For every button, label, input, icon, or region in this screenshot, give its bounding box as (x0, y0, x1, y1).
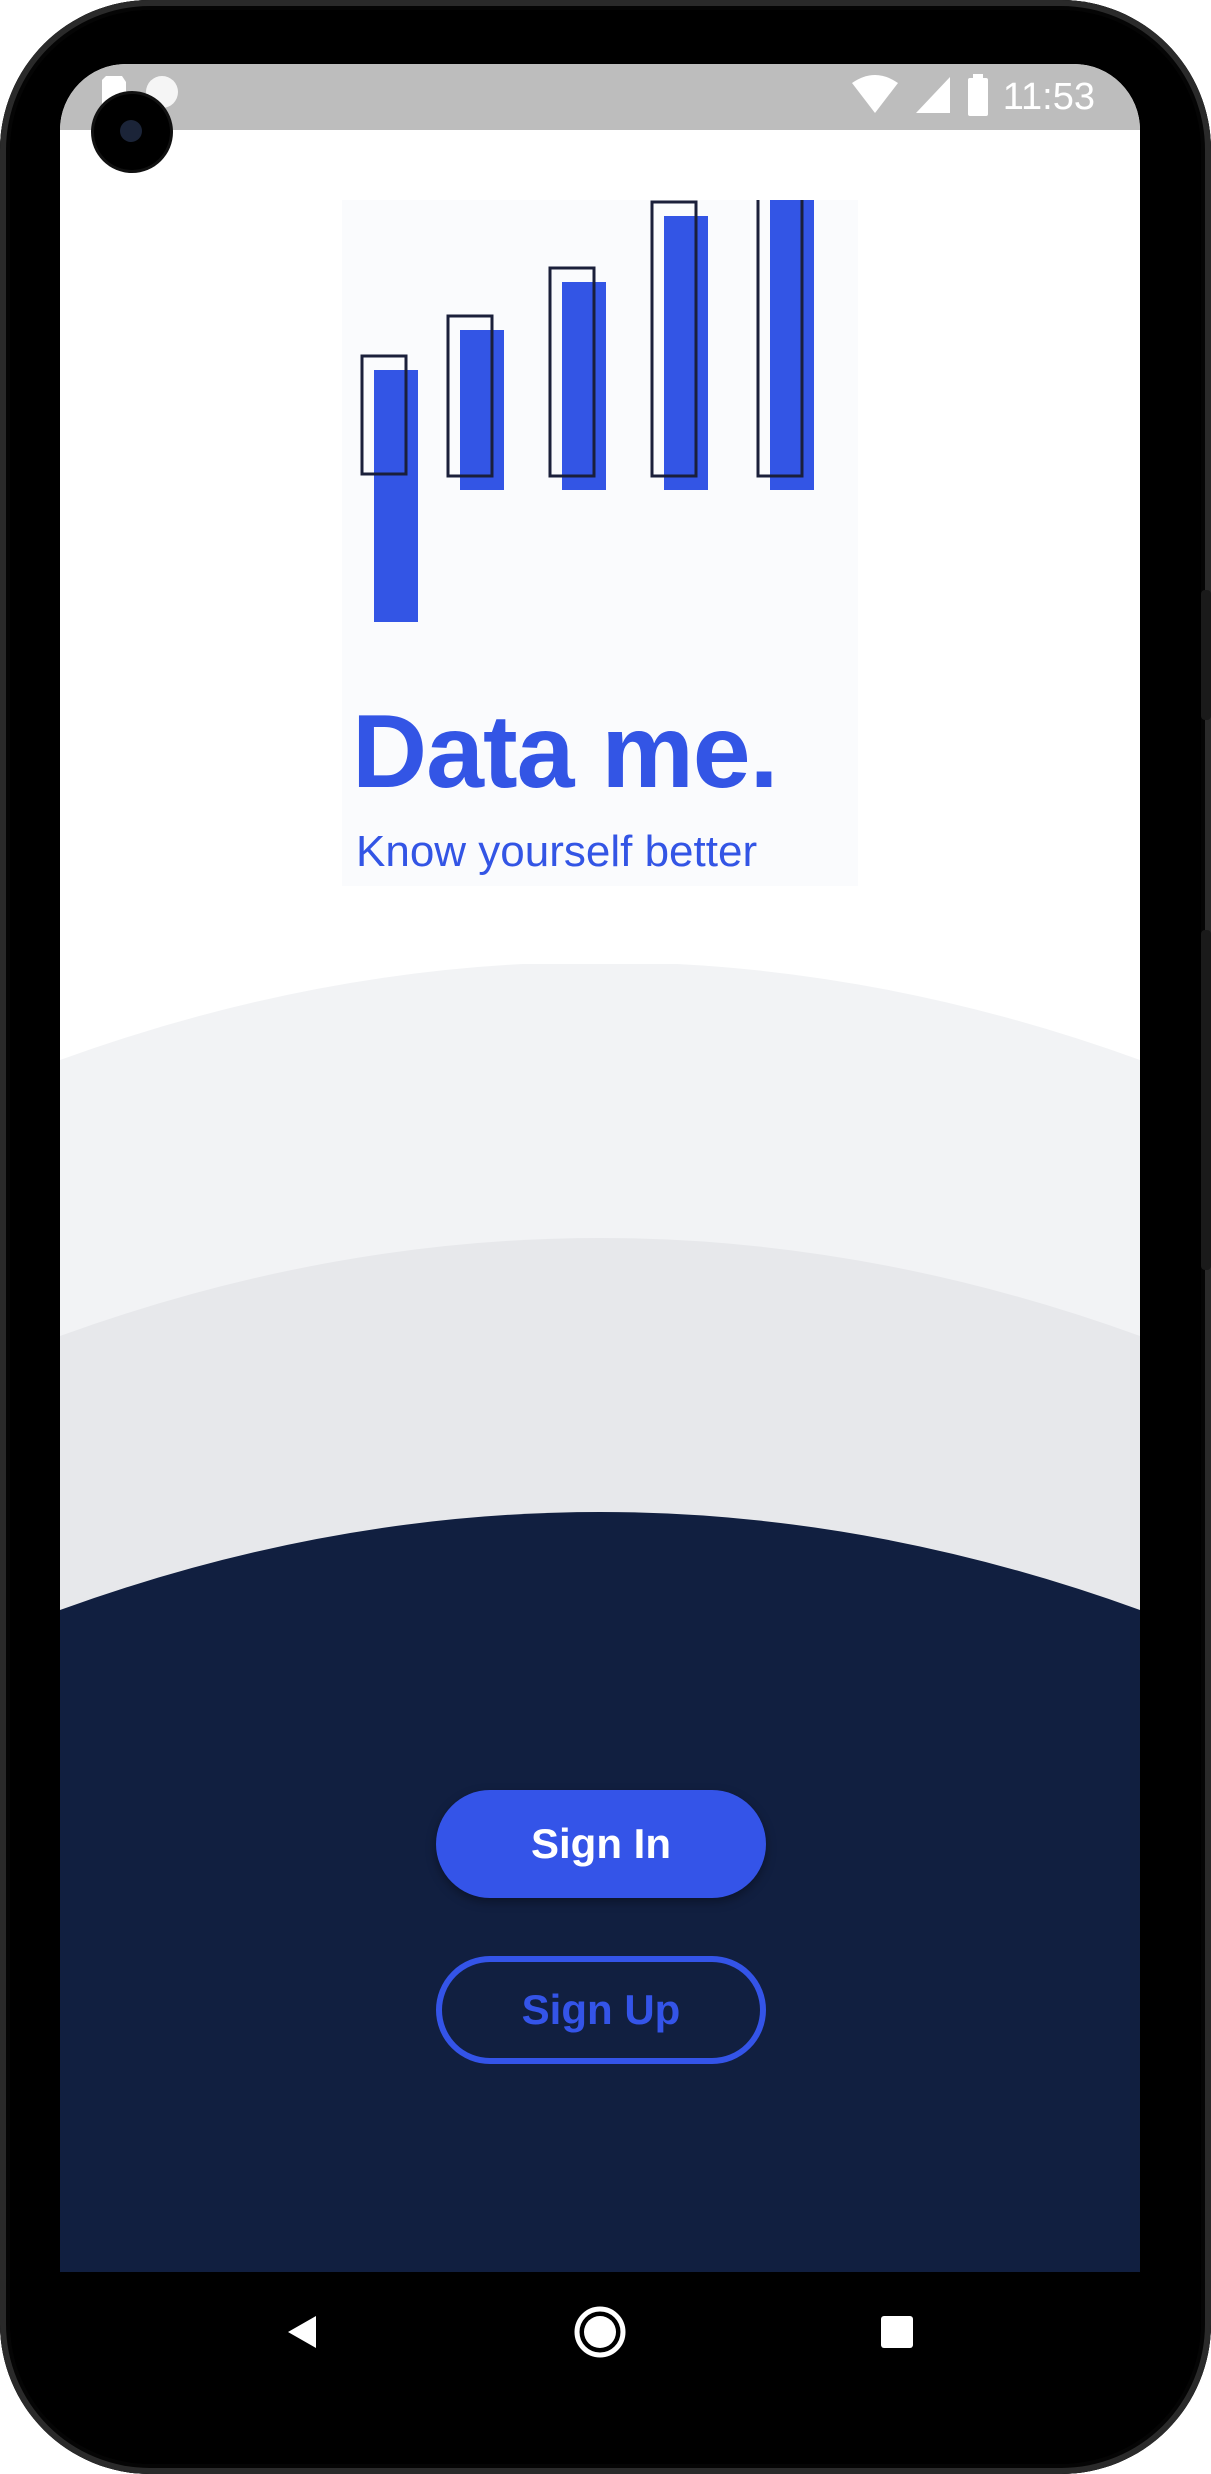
logo-title: Data me. (352, 694, 779, 810)
power-button (1201, 930, 1211, 1270)
signal-icon (916, 77, 950, 113)
status-right-icons (850, 74, 990, 116)
front-camera (94, 94, 170, 170)
phone-frame: 11:53 Data me. Know yourself better Sign… (0, 0, 1211, 2474)
background-waves (60, 964, 1140, 2272)
nav-recents-button[interactable] (857, 2292, 937, 2372)
logo-tagline: Know yourself better (356, 827, 758, 876)
navigation-bar (0, 2272, 1211, 2402)
back-icon (288, 2316, 316, 2348)
app-screen: 11:53 Data me. Know yourself better Sign… (60, 64, 1140, 2272)
status-bar: 11:53 (60, 64, 1140, 130)
sign-in-button[interactable]: Sign In (436, 1790, 766, 1898)
sign-up-button[interactable]: Sign Up (436, 1956, 766, 2064)
volume-button (1201, 590, 1211, 720)
app-logo: Data me. Know yourself better (342, 200, 858, 886)
wifi-icon (852, 75, 898, 113)
recents-icon (881, 2316, 913, 2348)
nav-home-button[interactable] (560, 2292, 640, 2372)
nav-back-button[interactable] (262, 2292, 342, 2372)
battery-icon (968, 74, 988, 116)
camera-lens (120, 120, 142, 142)
status-time: 11:53 (1002, 76, 1095, 118)
bar-chart-logo-icon (360, 200, 814, 622)
home-icon (574, 2306, 626, 2358)
